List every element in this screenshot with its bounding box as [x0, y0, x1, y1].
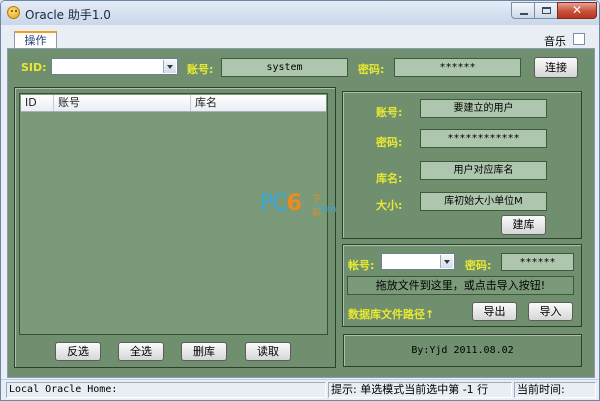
watermark-pc: PC: [260, 191, 288, 216]
close-button[interactable]: ✕: [557, 2, 597, 19]
title-bar[interactable]: Oracle 助手1.0 ✕: [1, 1, 599, 25]
author-credit: By:Yjd 2011.08.02: [343, 334, 582, 367]
tab-operation[interactable]: 操作: [14, 31, 57, 49]
password-field[interactable]: ******: [394, 58, 521, 77]
password-label: 密码:: [358, 63, 385, 76]
create-db-button[interactable]: 建库: [501, 215, 546, 235]
music-checkbox[interactable]: [573, 33, 585, 45]
create-size-label: 大小:: [376, 199, 403, 212]
create-account-field[interactable]: 要建立的用户: [420, 99, 547, 118]
pc6-watermark-logo: PC6 下载 .com: [260, 191, 337, 218]
status-current-time: 当前时间:: [514, 382, 596, 398]
create-password-field[interactable]: ************: [420, 129, 547, 148]
status-bar: Local Oracle Home: 提示: 单选模式当前选中第 -1 行 当前…: [1, 379, 599, 400]
file-drop-zone[interactable]: 拖放文件到这里，或点击导入按钮!: [347, 276, 574, 295]
read-button[interactable]: 读取: [245, 342, 291, 361]
column-header-dbname[interactable]: 库名: [191, 95, 326, 111]
music-label: 音乐: [544, 35, 566, 48]
maximize-icon: [542, 7, 551, 14]
import-account-select[interactable]: [381, 253, 455, 270]
list-header: ID 账号 库名: [21, 95, 326, 112]
sid-label: SID:: [21, 61, 47, 74]
connect-button[interactable]: 连接: [534, 57, 578, 78]
create-password-label: 密码:: [376, 136, 403, 149]
create-account-label: 账号:: [376, 106, 403, 119]
app-smiley-icon: [7, 6, 20, 19]
account-field[interactable]: system: [221, 58, 348, 77]
import-account-label: 帐号:: [348, 259, 375, 272]
create-size-field[interactable]: 库初始大小单位M: [420, 192, 547, 211]
chevron-down-icon[interactable]: [440, 255, 453, 268]
db-file-path-label: 数据库文件路径↑: [348, 308, 435, 321]
import-password-field[interactable]: ******: [501, 253, 574, 271]
delete-db-button[interactable]: 删库: [181, 342, 227, 361]
minimize-icon: [520, 13, 528, 15]
watermark-6: 6: [286, 191, 302, 216]
import-password-label: 密码:: [465, 259, 492, 272]
status-selection-hint: 提示: 单选模式当前选中第 -1 行: [328, 382, 512, 398]
create-dbname-label: 库名:: [376, 172, 403, 185]
column-header-account[interactable]: 账号: [54, 95, 191, 111]
create-dbname-field[interactable]: 用户对应库名: [420, 161, 547, 180]
sid-select[interactable]: [51, 58, 178, 75]
minimize-button[interactable]: [511, 2, 535, 19]
maximize-button[interactable]: [534, 2, 558, 19]
window-title: Oracle 助手1.0: [25, 8, 111, 22]
main-window: Oracle 助手1.0 ✕ 操作 音乐 SID: 账号: system 密码:…: [0, 0, 600, 401]
status-oracle-home: Local Oracle Home:: [6, 382, 326, 398]
select-all-button[interactable]: 全选: [118, 342, 164, 361]
export-button[interactable]: 导出: [472, 302, 517, 321]
invert-select-button[interactable]: 反选: [55, 342, 101, 361]
column-header-id[interactable]: ID: [21, 95, 54, 111]
close-icon: ✕: [571, 3, 583, 17]
watermark-sub-bottom: .com: [312, 204, 337, 215]
account-label: 账号:: [187, 63, 214, 76]
import-button[interactable]: 导入: [528, 302, 573, 321]
chevron-down-icon[interactable]: [163, 60, 176, 73]
